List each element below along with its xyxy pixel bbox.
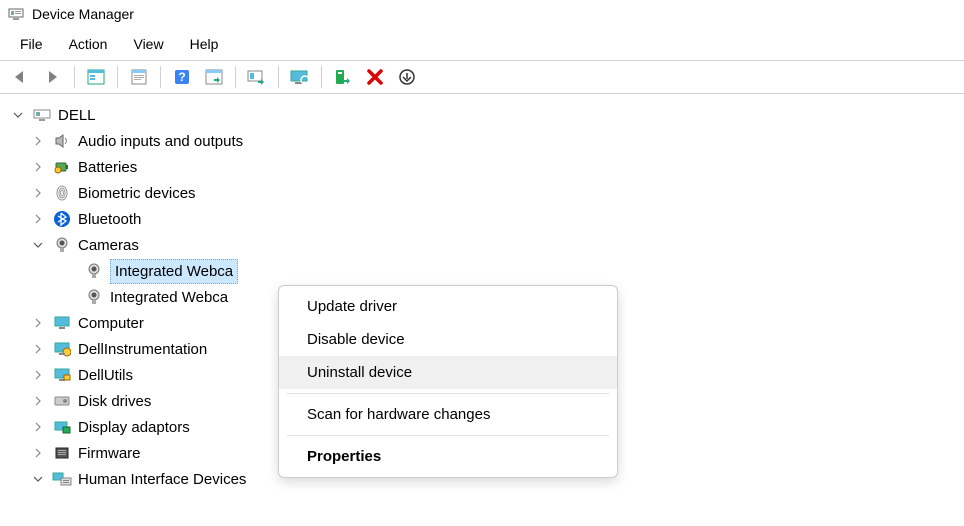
monitor-icon [52, 313, 72, 333]
app-icon [8, 6, 24, 22]
tree-label: DellInstrumentation [78, 339, 207, 360]
tree-node-cameras[interactable]: Cameras [24, 232, 960, 258]
uninstall-button[interactable] [360, 63, 390, 91]
cm-separator [287, 393, 609, 394]
properties-button[interactable] [124, 63, 154, 91]
dell-instrumentation-icon [52, 339, 72, 359]
tree-label: Firmware [78, 443, 141, 464]
chevron-down-icon[interactable] [30, 471, 46, 487]
chevron-right-icon[interactable] [30, 185, 46, 201]
tree-label: Biometric devices [78, 183, 196, 204]
camera-icon [52, 235, 72, 255]
tree-root[interactable]: DELL [4, 102, 960, 128]
hid-icon [52, 469, 72, 489]
chevron-right-icon[interactable] [30, 159, 46, 175]
show-hide-tree-button[interactable] [81, 63, 111, 91]
chevron-right-icon[interactable] [30, 211, 46, 227]
tree-label: Human Interface Devices [78, 469, 246, 490]
chevron-right-icon[interactable] [30, 445, 46, 461]
menu-action[interactable]: Action [57, 32, 120, 56]
fingerprint-icon [52, 183, 72, 203]
toolbar-separator [278, 66, 279, 88]
chevron-right-icon[interactable] [30, 315, 46, 331]
chevron-right-icon[interactable] [30, 367, 46, 383]
tree-node-batteries[interactable]: Batteries [24, 154, 960, 180]
tree-label: Bluetooth [78, 209, 141, 230]
forward-button[interactable] [38, 63, 68, 91]
tree-node-bluetooth[interactable]: Bluetooth [24, 206, 960, 232]
chevron-right-icon[interactable] [30, 419, 46, 435]
context-menu: Update driver Disable device Uninstall d… [278, 285, 618, 478]
firmware-icon [52, 443, 72, 463]
display-adaptor-icon [52, 417, 72, 437]
action-list-button[interactable] [199, 63, 229, 91]
toolbar: ? [0, 60, 964, 94]
bluetooth-icon [52, 209, 72, 229]
camera-icon [84, 287, 104, 307]
svg-text:?: ? [178, 70, 185, 84]
cm-separator [287, 435, 609, 436]
battery-icon [52, 157, 72, 177]
toolbar-separator [235, 66, 236, 88]
view-options-button[interactable] [392, 63, 422, 91]
menu-file[interactable]: File [8, 32, 55, 56]
computer-icon [32, 105, 52, 125]
tree-label: DellUtils [78, 365, 133, 386]
menu-view[interactable]: View [121, 32, 175, 56]
add-legacy-button[interactable] [328, 63, 358, 91]
cm-uninstall-device[interactable]: Uninstall device [279, 356, 617, 389]
tree-label: Audio inputs and outputs [78, 131, 243, 152]
tree-root-label: DELL [58, 105, 96, 126]
chevron-right-icon[interactable] [30, 133, 46, 149]
tree-label: Computer [78, 313, 144, 334]
scan-hardware-button[interactable] [285, 63, 315, 91]
tree-label: Batteries [78, 157, 137, 178]
cm-properties[interactable]: Properties [279, 440, 617, 473]
tree-node-audio[interactable]: Audio inputs and outputs [24, 128, 960, 154]
tree-label: Cameras [78, 235, 139, 256]
back-button[interactable] [6, 63, 36, 91]
cm-update-driver[interactable]: Update driver [279, 290, 617, 323]
speaker-icon [52, 131, 72, 151]
toolbar-separator [321, 66, 322, 88]
tree-node-biometric[interactable]: Biometric devices [24, 180, 960, 206]
tree-label: Integrated Webca [110, 287, 228, 308]
menu-help[interactable]: Help [178, 32, 231, 56]
chevron-down-icon[interactable] [30, 237, 46, 253]
chevron-down-icon[interactable] [10, 107, 26, 123]
chevron-right-icon[interactable] [30, 393, 46, 409]
toolbar-separator [160, 66, 161, 88]
menu-bar: File Action View Help [0, 28, 964, 60]
title-bar: Device Manager [0, 0, 964, 28]
chevron-right-icon[interactable] [30, 341, 46, 357]
toolbar-separator [74, 66, 75, 88]
toolbar-separator [117, 66, 118, 88]
camera-icon [84, 261, 104, 281]
tree-label: Integrated Webca [110, 259, 238, 284]
cm-scan-hardware[interactable]: Scan for hardware changes [279, 398, 617, 431]
help-button[interactable]: ? [167, 63, 197, 91]
tree-label: Display adaptors [78, 417, 190, 438]
window-title: Device Manager [32, 6, 134, 22]
update-driver-button[interactable] [242, 63, 272, 91]
tree-leaf-integrated-webcam-1[interactable]: Integrated Webca [56, 258, 960, 284]
disk-icon [52, 391, 72, 411]
dell-utils-icon [52, 365, 72, 385]
cm-disable-device[interactable]: Disable device [279, 323, 617, 356]
tree-label: Disk drives [78, 391, 151, 412]
